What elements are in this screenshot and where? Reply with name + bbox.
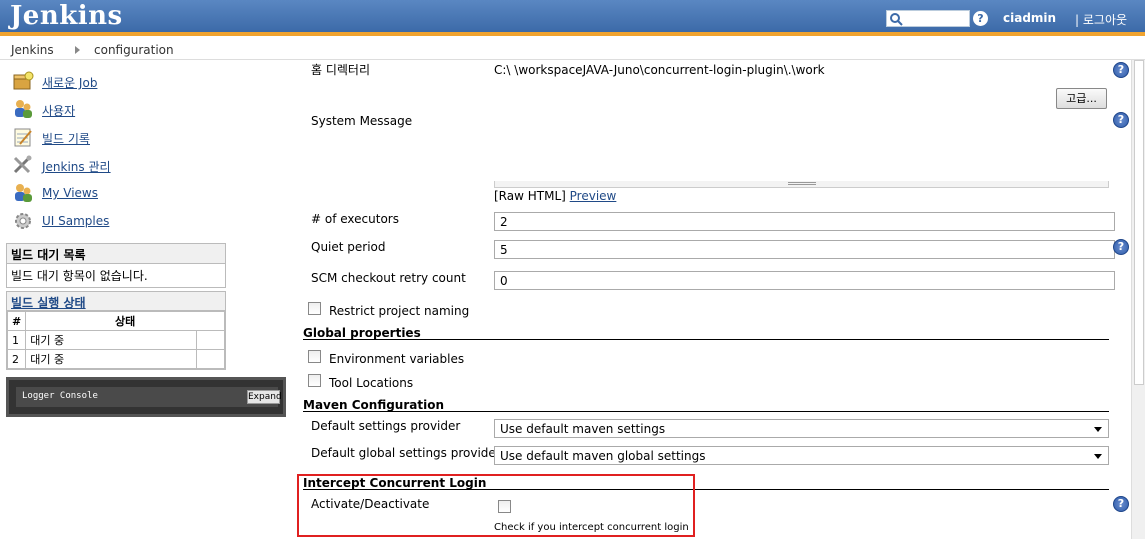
help-icon[interactable]: ? xyxy=(1113,62,1129,78)
expand-button[interactable]: Expand xyxy=(247,390,282,404)
system-message-label: System Message xyxy=(311,114,413,128)
col-num: # xyxy=(6,311,27,331)
highlight-box xyxy=(297,474,695,537)
sidebar-item-label: My Views xyxy=(42,186,98,200)
restrict-naming-label: Restrict project naming xyxy=(329,304,470,318)
user-link[interactable]: ciadmin xyxy=(1003,11,1056,25)
table-row: 1 대기 중 xyxy=(6,330,225,350)
quiet-period-input[interactable]: 5 xyxy=(494,240,1115,259)
users-icon xyxy=(15,100,32,118)
search-input[interactable] xyxy=(886,10,970,27)
search-icon xyxy=(890,13,903,26)
resize-handle[interactable] xyxy=(788,182,816,185)
notepad-icon xyxy=(14,128,32,147)
executors-label: # of executors xyxy=(311,212,399,226)
help-icon[interactable]: ? xyxy=(1113,112,1129,128)
section-divider xyxy=(303,339,1109,340)
executor-num: 1 xyxy=(6,330,27,350)
build-queue-title: 빌드 대기 목록 xyxy=(7,244,225,264)
raw-html-label: [Raw HTML] xyxy=(494,189,566,203)
restrict-naming-checkbox[interactable] xyxy=(308,302,321,315)
scrollbar-thumb[interactable] xyxy=(1134,60,1144,385)
selected-value: Use default maven settings xyxy=(500,422,666,436)
executor-num: 2 xyxy=(6,349,27,369)
executor-status-title[interactable]: 빌드 실행 상태 xyxy=(11,296,86,310)
executors-input[interactable]: 2 xyxy=(494,212,1115,231)
build-queue-pane: 빌드 대기 목록 빌드 대기 항목이 없습니다. xyxy=(6,243,226,288)
executor-status-pane: 빌드 실행 상태 # 상태 1 대기 중 2 대기 중 xyxy=(6,291,226,370)
advanced-button[interactable]: 고급... xyxy=(1056,88,1107,109)
jenkins-logo[interactable]: Jenkins xyxy=(10,1,123,31)
quiet-period-label: Quiet period xyxy=(311,240,386,254)
build-queue-empty: 빌드 대기 항목이 없습니다. xyxy=(11,269,148,283)
executor-status: 대기 중 xyxy=(25,349,197,369)
tool-locations-label: Tool Locations xyxy=(329,376,414,390)
system-message-textarea[interactable] xyxy=(494,181,1109,188)
header-bar: Jenkins ? ciadmin | 로그아웃 xyxy=(0,0,1145,36)
logger-console: Logger Console Expand xyxy=(6,377,286,417)
global-settings-label: Default global settings provider xyxy=(311,446,501,460)
chevron-right-icon[interactable] xyxy=(75,46,80,54)
maven-config-title: Maven Configuration xyxy=(303,398,444,412)
logger-console-title: Logger Console xyxy=(22,391,98,401)
gear-icon xyxy=(15,213,31,229)
help-icon[interactable]: ? xyxy=(973,11,988,26)
default-settings-select[interactable]: Use default maven settings xyxy=(494,419,1109,438)
executor-status: 대기 중 xyxy=(25,330,197,350)
home-dir-label: 홈 디렉터리 xyxy=(311,63,371,77)
logout-link[interactable]: | 로그아웃 xyxy=(1075,11,1127,28)
col-status: 상태 xyxy=(25,311,225,331)
section-divider xyxy=(303,411,1109,412)
sidebar-item-label: 새로운 Job xyxy=(42,76,98,90)
breadcrumb-configuration[interactable]: configuration xyxy=(94,43,174,57)
selected-value: Use default maven global settings xyxy=(500,449,706,463)
sidebar-item-label: Jenkins 관리 xyxy=(42,160,111,174)
help-icon[interactable]: ? xyxy=(1113,239,1129,255)
chevron-down-icon xyxy=(1094,427,1102,432)
scm-retry-input[interactable]: 0 xyxy=(494,271,1115,290)
sidebar-item-label: UI Samples xyxy=(42,214,110,228)
global-settings-select[interactable]: Use default maven global settings xyxy=(494,446,1109,465)
default-settings-label: Default settings provider xyxy=(311,419,461,433)
breadcrumb: Jenkins configuration xyxy=(0,40,1145,60)
env-vars-label: Environment variables xyxy=(329,352,465,366)
scm-retry-label: SCM checkout retry count xyxy=(311,271,466,285)
chevron-down-icon xyxy=(1094,454,1102,459)
home-dir-value: C:\ \workspaceJAVA-Juno\concurrent-login… xyxy=(494,63,825,77)
executor-table: # 상태 1 대기 중 2 대기 중 xyxy=(6,311,225,369)
breadcrumb-jenkins[interactable]: Jenkins xyxy=(11,43,54,57)
sidebar-item-label: 사용자 xyxy=(42,104,76,118)
table-row: 2 대기 중 xyxy=(6,349,225,369)
env-vars-checkbox[interactable] xyxy=(308,350,321,363)
new-job-icon xyxy=(13,71,34,90)
users-icon xyxy=(15,184,32,202)
help-icon[interactable]: ? xyxy=(1113,496,1129,512)
scrollbar[interactable] xyxy=(1131,60,1145,539)
preview-link[interactable]: Preview xyxy=(570,189,617,203)
tools-icon xyxy=(13,155,32,174)
global-properties-title: Global properties xyxy=(303,326,421,340)
sidebar-item-label: 빌드 기록 xyxy=(42,132,90,146)
tool-locations-checkbox[interactable] xyxy=(308,374,321,387)
